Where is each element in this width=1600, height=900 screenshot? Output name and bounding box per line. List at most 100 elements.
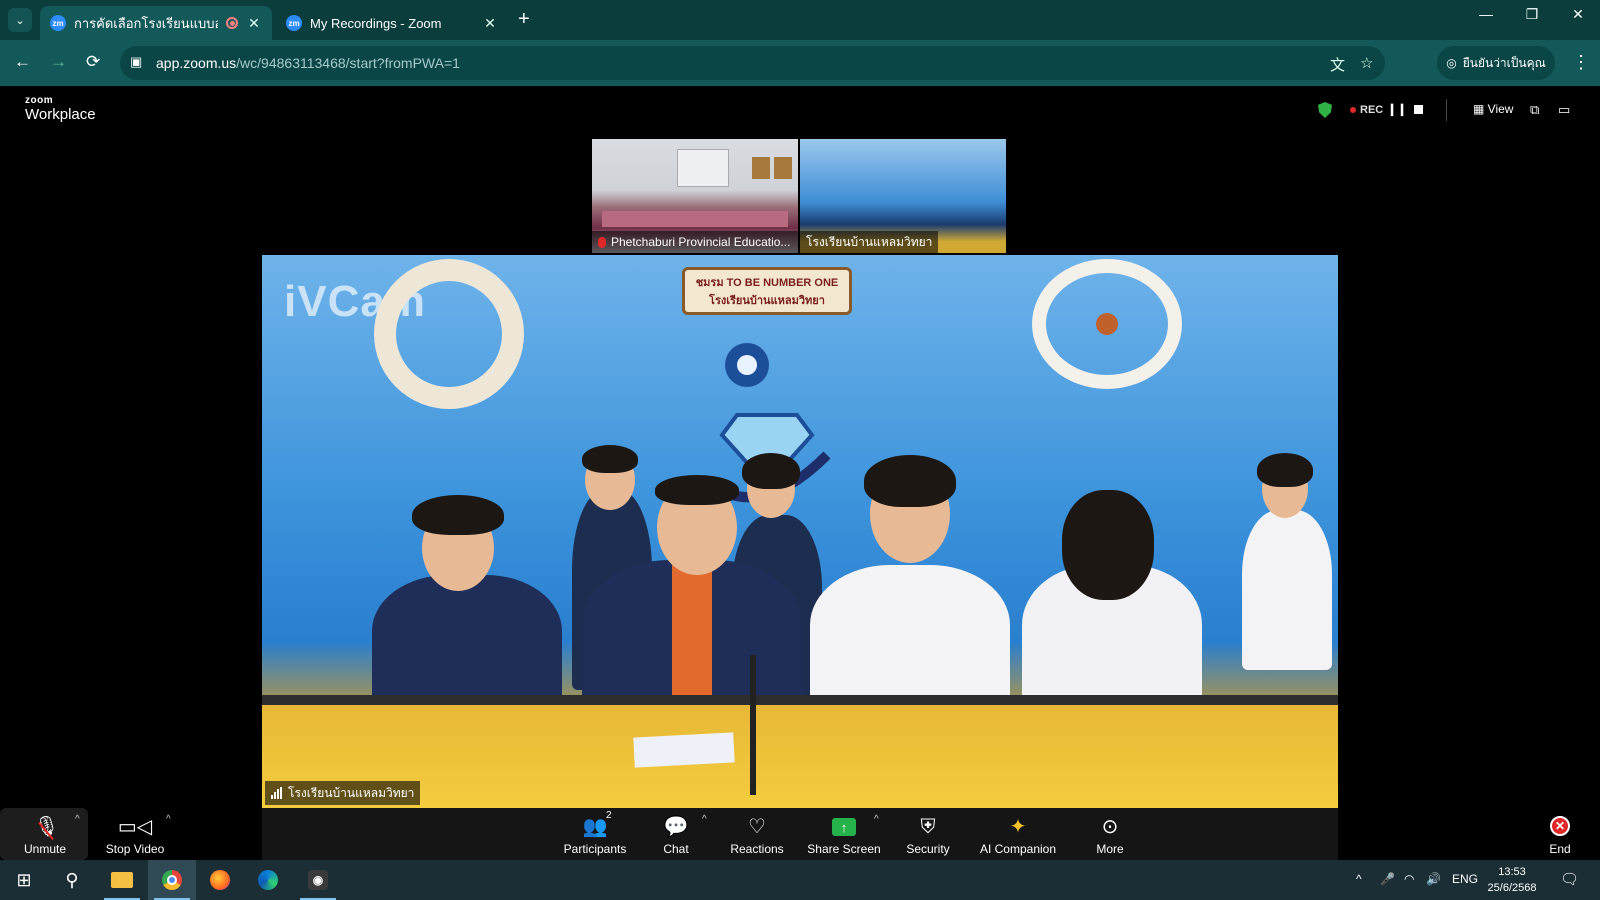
edge-button[interactable] [244,860,292,900]
rec-label: REC [1360,104,1384,116]
stop-video-label: Stop Video [105,842,165,856]
participant-thumbnail[interactable]: โรงเรียนบ้านแหลมวิทยา [800,139,1006,253]
participant-name: Phetchaburi Provincial Educatio... [611,235,791,249]
microphone-tray-icon[interactable]: 🎤 [1380,872,1395,886]
participants-count-badge: 2 [606,810,612,821]
search-icon: ⚲ [65,869,79,890]
stop-video-button[interactable]: ▭◁ Stop Video [100,808,170,860]
unmute-button[interactable]: 🎙 Unmute [10,808,80,860]
banner-line-1: ชมรม TO BE NUMBER ONE [695,277,839,289]
participants-button[interactable]: 👥 Participants [555,808,635,860]
clock-date: 25/6/2568 [1487,882,1537,894]
portrait-frame [774,157,792,179]
fullscreen-icon[interactable]: ▭ [1558,102,1570,118]
start-button[interactable]: ⊞ [0,860,48,900]
chat-button[interactable]: 💬 Chat [650,808,702,860]
rec-dot-icon [1350,107,1356,114]
portrait-frame [752,157,770,179]
bookmark-star-icon[interactable]: ☆ [1360,54,1373,72]
microphone-stand [750,655,756,795]
ai-companion-button[interactable]: ✦ AI Companion [975,808,1061,860]
url-path: /wc/94863113468/start?fromPWA=1 [236,55,460,71]
end-label: End [1549,842,1571,856]
view-button[interactable]: ▦ View [1473,102,1513,116]
firefox-button[interactable] [196,860,244,900]
reactions-button[interactable]: ♡ Reactions [722,808,792,860]
system-clock[interactable]: 13:53 25/6/2568 [1478,864,1546,896]
security-label: Security [906,842,950,856]
tab-zoom-meeting[interactable]: zm การคัดเลือกโรงเรียนแบบอย่างก ✕ [40,6,272,40]
recording-status: REC [1350,104,1383,116]
shield-icon: ⛨ [920,816,936,838]
language-indicator[interactable]: ENG [1452,872,1478,886]
tab-close-icon[interactable]: ✕ [482,15,498,32]
tab-close-icon[interactable]: ✕ [246,15,262,32]
pop-out-icon[interactable]: ⧉ [1530,102,1539,118]
browser-menu-icon[interactable]: ⋮ [1572,52,1590,73]
security-button[interactable]: ⛨ Security [898,808,958,860]
tab-search-button[interactable]: ⌄ [8,8,32,32]
person-hair [742,453,800,489]
participants-icon: 👥 [582,816,608,838]
site-info-icon[interactable]: ▣ [130,54,146,70]
chat-label: Chat [663,842,689,856]
network-icon[interactable]: ◠ [1404,872,1414,886]
close-window-button[interactable]: ✕ [1558,6,1598,23]
chrome-button[interactable] [148,860,196,900]
chrome-icon [162,870,182,890]
reload-button[interactable]: ⟳ [86,52,100,72]
ship-wheel-decoration [1032,259,1182,389]
club-banner: ชมรม TO BE NUMBER ONE โรงเรียนบ้านแหลมวิ… [682,267,852,315]
unmute-label: Unmute [23,842,67,856]
tab-my-recordings[interactable]: zm My Recordings - Zoom ✕ [276,6,508,40]
meeting-toolbar: 🎙 Unmute ^ ▭◁ Stop Video ^ 👥 Participant… [0,808,1600,860]
person-hair [864,455,956,507]
address-bar[interactable]: ▣ app.zoom.us/wc/94863113468/start?fromP… [120,46,1385,80]
notifications-icon[interactable]: 🗨 [1560,870,1579,888]
zoom-logo-workplace: Workplace [25,106,96,123]
volume-icon[interactable]: 🔊 [1426,872,1441,886]
stop-recording-icon[interactable] [1414,105,1423,114]
forward-button[interactable]: → [50,52,67,72]
sparkle-icon: ✦ [1009,816,1027,838]
share-options-chevron-icon[interactable]: ^ [874,814,879,825]
chat-options-chevron-icon[interactable]: ^ [702,814,707,825]
profile-button[interactable]: ◎ ยืนยันว่าเป็นคุณ [1437,46,1555,80]
minimize-button[interactable]: — [1466,6,1506,22]
file-explorer-button[interactable] [98,860,146,900]
translate-icon[interactable]: 文 [1330,54,1345,75]
main-video[interactable]: iVCam ชมรม TO BE NUMBER ONE โรงเรียนบ้าน… [262,255,1338,808]
back-button[interactable]: ← [14,52,31,72]
zoom-header: zoom Workplace REC ❙❙ ▦ View ⧉ ▭ [0,86,1600,136]
participant-thumbnail[interactable]: Phetchaburi Provincial Educatio... [592,139,798,253]
video-options-chevron-icon[interactable]: ^ [166,814,171,825]
profile-icon: ◎ [1446,56,1457,70]
end-meeting-button[interactable]: ✕ End [1544,808,1576,860]
new-tab-button[interactable]: + [518,8,530,31]
search-button[interactable]: ⚲ [48,860,96,900]
edge-icon [258,870,278,890]
pause-recording-icon[interactable]: ❙❙ [1387,102,1407,116]
person-front-right [810,565,1010,715]
tray-overflow-chevron-icon[interactable]: ^ [1356,872,1362,886]
zoom-logo-small: zoom [25,95,54,106]
audio-options-chevron-icon[interactable]: ^ [75,814,80,825]
more-dots-icon: ⊙ [1101,816,1119,838]
mic-muted-icon: 🎙 [34,816,59,841]
obs-button[interactable]: ◉ [294,860,342,900]
person-hair [582,445,638,473]
header-divider [1446,99,1447,121]
tab-title: My Recordings - Zoom [310,15,442,31]
more-label: More [1096,842,1124,856]
more-button[interactable]: ⊙ More [1088,808,1132,860]
participant-name-label: Phetchaburi Provincial Educatio... [592,231,798,253]
browser-tab-strip: ⌄ zm การคัดเลือกโรงเรียนแบบอย่างก ✕ zm M… [0,0,1600,40]
view-label: View [1487,102,1514,116]
restore-button[interactable]: ❐ [1512,6,1552,23]
heart-icon: ♡ [748,816,766,838]
encryption-shield-icon[interactable] [1318,102,1332,118]
paper-document [633,732,735,768]
url-host: app.zoom.us [156,55,237,71]
person-back-right [1242,510,1332,670]
share-screen-label: Share Screen [807,842,881,856]
